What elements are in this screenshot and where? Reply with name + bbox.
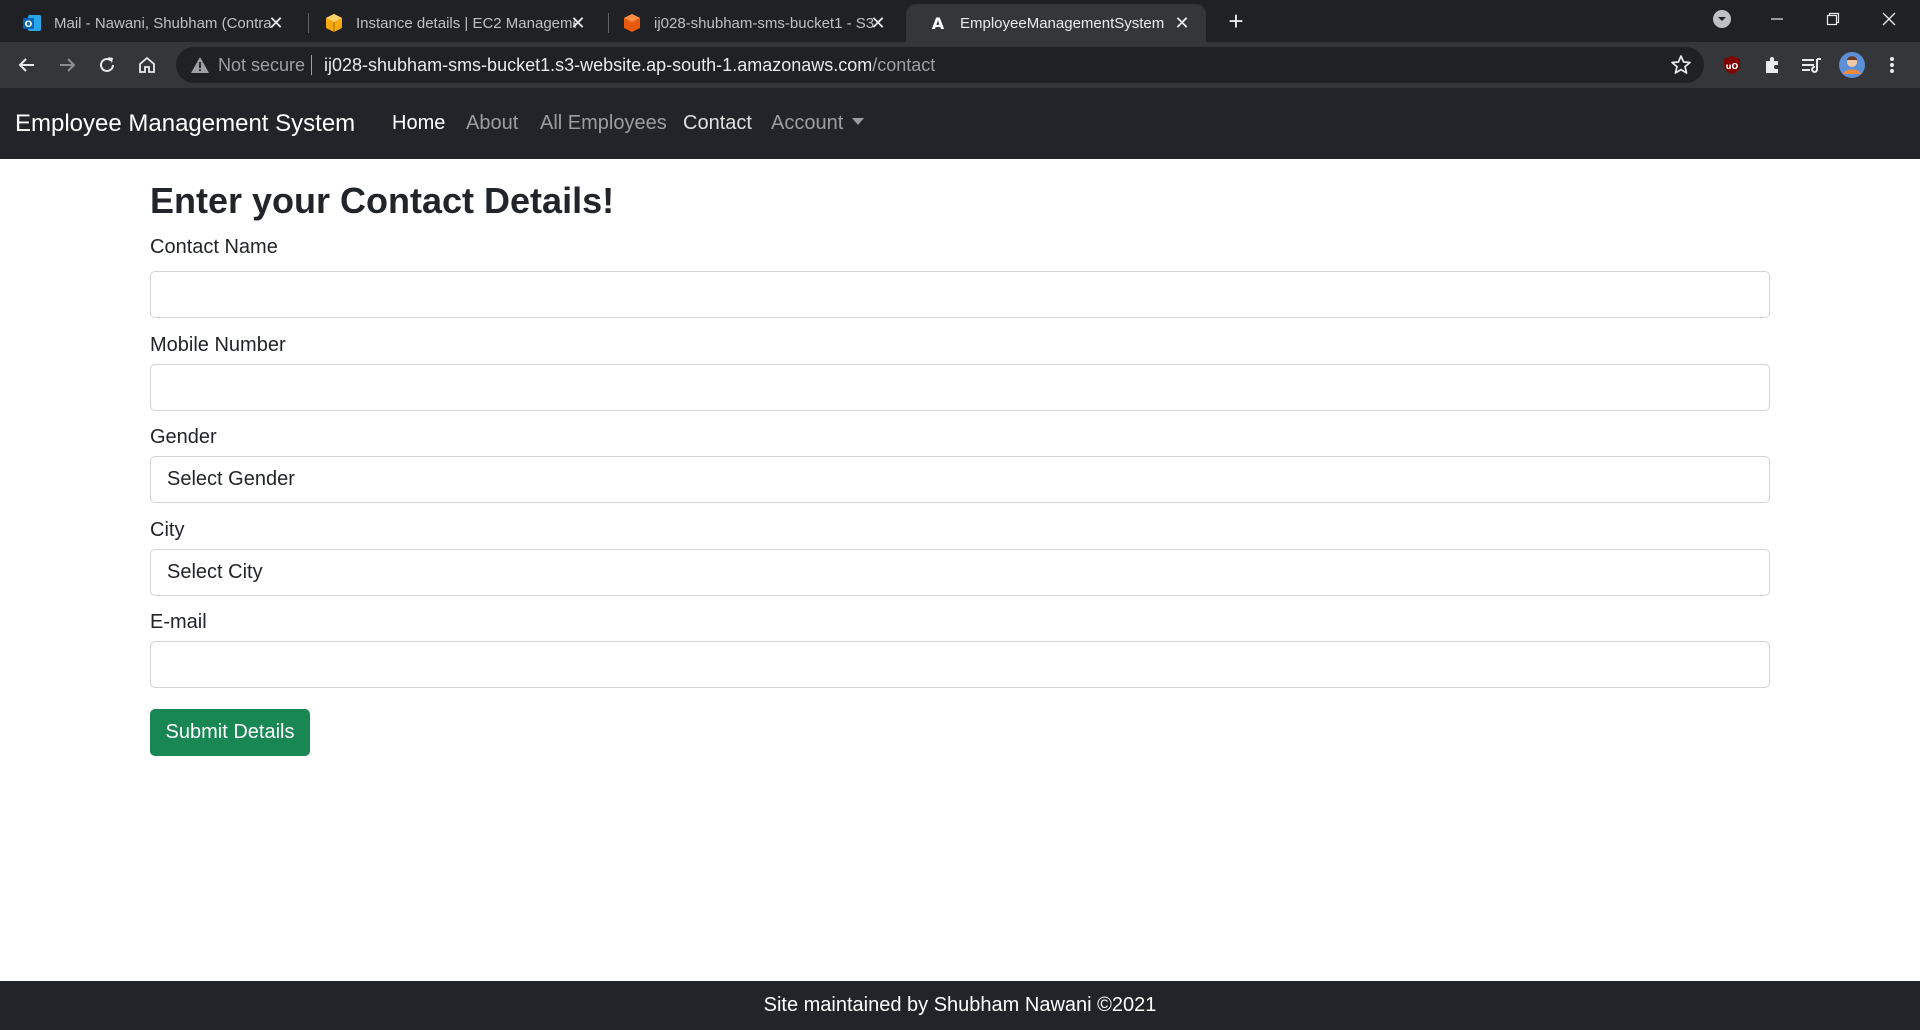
bookmark-star-icon[interactable] [1670,54,1692,76]
url-text[interactable]: ij028-shubham-sms-bucket1.s3-website.ap-… [324,55,935,76]
svg-text:O: O [25,20,33,30]
new-tab-plus-icon[interactable]: + [1222,8,1250,36]
email-label: E-mail [150,611,207,633]
gender-label: Gender [150,426,217,448]
caret-down-icon [852,118,865,125]
navbar-brand[interactable]: Employee Management System [15,110,355,138]
browser-tab-s3[interactable]: ij028-shubham-sms-bucket1 - S3 ✕ [600,4,902,42]
url-path: /contact [872,55,936,75]
security-label[interactable]: Not secure [218,55,305,76]
nav-link-contact[interactable]: Contact [683,112,752,135]
close-tab-icon[interactable]: ✕ [266,13,286,33]
close-tab-icon[interactable]: ✕ [868,13,888,33]
warning-icon[interactable] [190,55,210,75]
tab-search-icon[interactable] [1695,0,1749,38]
nav-link-about[interactable]: About [466,112,518,135]
media-queue-icon[interactable] [1796,49,1828,81]
restore-icon[interactable] [1806,0,1860,38]
mobile-number-label: Mobile Number [150,334,286,356]
nav-account-label: Account [771,112,844,134]
gender-select[interactable]: Select Gender [150,456,1770,503]
back-arrow-icon[interactable] [11,49,43,81]
city-select[interactable]: Select City [150,549,1770,596]
minimize-icon[interactable] [1750,0,1804,38]
browser-tab-ec2[interactable]: Instance details | EC2 Manageme ✕ [302,4,602,42]
svg-text:uO: uO [1726,62,1739,71]
nav-dropdown-account[interactable]: Account [771,112,865,135]
address-divider [311,55,312,75]
mobile-number-input[interactable] [150,364,1770,411]
url-host: ij028-shubham-sms-bucket1.s3-website.ap-… [324,55,873,75]
tab-title: EmployeeManagementSystem [960,14,1165,32]
gender-selected-value: Select Gender [167,468,295,490]
tab-title: ij028-shubham-sms-bucket1 - S3 [654,14,874,32]
contact-name-label: Contact Name [150,236,278,258]
tab-title: Mail - Nawani, Shubham (Contra [54,14,272,32]
city-selected-value: Select City [167,561,263,583]
close-tab-icon[interactable]: ✕ [568,13,588,33]
reload-icon[interactable] [91,49,123,81]
address-bar[interactable]: Not secure ij028-shubham-sms-bucket1.s3-… [176,47,1704,83]
page-title: Enter your Contact Details! [150,180,615,221]
angular-icon: A [928,13,948,33]
browser-tab-employee-system[interactable]: A EmployeeManagementSystem ✕ [906,4,1206,42]
home-icon[interactable] [131,49,163,81]
app-navbar: Employee Management System Home About Al… [0,88,1920,159]
outlook-icon: O [22,13,42,33]
nav-link-all-employees[interactable]: All Employees [540,112,667,135]
browser-toolbar: Not secure ij028-shubham-sms-bucket1.s3-… [0,42,1920,88]
close-window-icon[interactable] [1862,0,1916,38]
profile-avatar-icon[interactable] [1836,49,1868,81]
browser-tab-mail[interactable]: O Mail - Nawani, Shubham (Contra ✕ [0,4,300,42]
close-tab-icon[interactable]: ✕ [1172,13,1192,33]
footer-text: Site maintained by Shubham Nawani ©2021 [763,994,1157,1016]
submit-details-button[interactable]: Submit Details [150,709,310,756]
contact-name-input[interactable] [150,271,1770,318]
site-footer: Site maintained by Shubham Nawani ©2021 [0,981,1920,1030]
forward-arrow-icon[interactable] [51,49,83,81]
tab-title: Instance details | EC2 Manageme [356,14,576,32]
extensions-puzzle-icon[interactable] [1756,49,1788,81]
browser-menu-icon[interactable] [1876,49,1908,81]
svg-text:A: A [932,14,945,33]
city-label: City [150,519,185,541]
email-input[interactable] [150,641,1770,688]
s3-icon [622,13,642,33]
browser-tab-strip: O Mail - Nawani, Shubham (Contra ✕ Insta… [0,0,1920,42]
ublock-extension-icon[interactable]: uO [1716,49,1748,81]
aws-icon [324,13,344,33]
nav-link-home[interactable]: Home [392,112,445,135]
